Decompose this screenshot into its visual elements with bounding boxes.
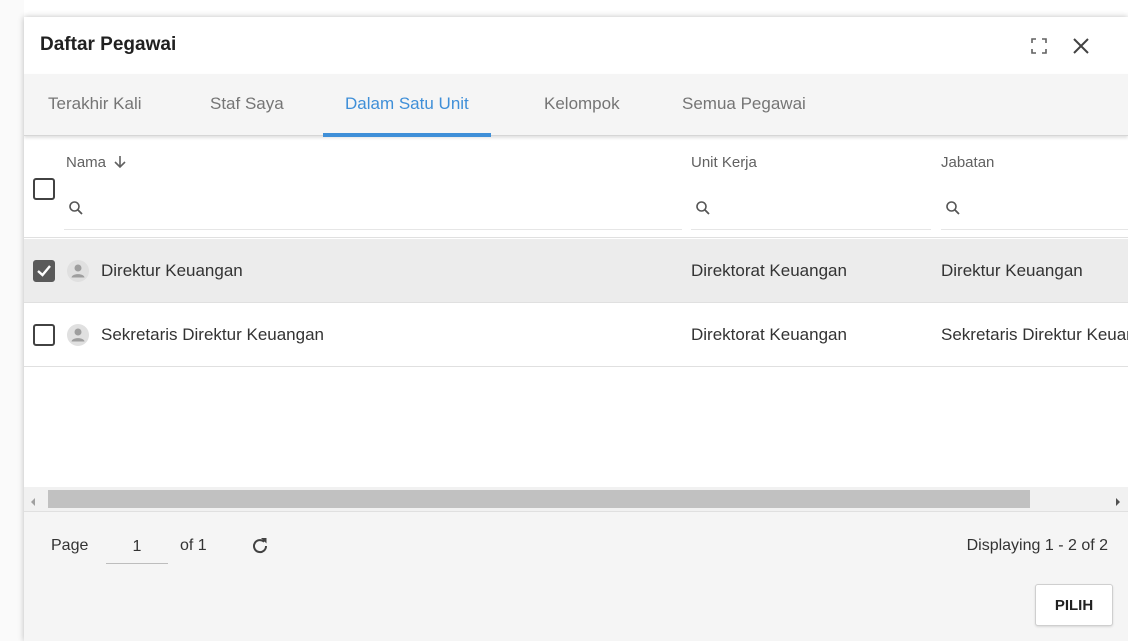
tab-bar: Terakhir Kali Staf Saya Dalam Satu Unit … [24,74,1128,137]
scrollbar-thumb[interactable] [48,490,1030,508]
column-header-jabatan[interactable]: Jabatan [941,154,994,171]
dialog-footer: Page of 1 Displaying 1 - 2 of 2 PILIH [24,511,1128,641]
tab-terakhir-kali[interactable]: Terakhir Kali [48,74,142,136]
backdrop [0,0,24,641]
table-row[interactable]: Direktur Keuangan Direktorat Keuangan Di… [24,239,1128,303]
pilih-button[interactable]: PILIH [1035,584,1113,626]
expand-icon[interactable] [1028,35,1050,57]
search-icon [695,200,711,221]
select-all-checkbox[interactable] [33,178,55,200]
page-label: Page [51,537,89,554]
column-header-nama[interactable]: Nama [66,154,126,171]
tab-dalam-satu-unit[interactable]: Dalam Satu Unit [323,74,491,137]
cell-jabatan: Sekretaris Direktur Keuangan [941,325,1128,344]
checkmark-icon [37,265,51,277]
search-field-unit-kerja[interactable] [691,188,931,230]
close-icon[interactable] [1070,35,1092,57]
search-field-nama[interactable] [64,188,682,230]
scroll-right-icon[interactable] [1114,494,1122,512]
cell-nama: Sekretaris Direktur Keuangan [101,325,325,344]
cell-jabatan: Direktur Keuangan [941,261,1083,280]
search-field-jabatan[interactable] [941,188,1128,230]
cell-nama: Direktur Keuangan [101,261,243,280]
dialog-titlebar: Daftar Pegawai [24,17,1128,74]
page-number-input[interactable] [106,530,168,564]
search-icon [68,200,84,221]
table-row[interactable]: Sekretaris Direktur Keuangan Direktorat … [24,303,1128,367]
tab-staf-saya[interactable]: Staf Saya [210,74,284,136]
display-info: Displaying 1 - 2 of 2 [966,537,1108,554]
cell-unit-kerja: Direktorat Keuangan [691,325,847,344]
row-checkbox[interactable] [33,260,55,282]
cell-unit-kerja: Direktorat Keuangan [691,261,847,280]
row-checkbox[interactable] [33,324,55,346]
column-header-nama-label: Nama [66,154,107,171]
column-header-unit-kerja[interactable]: Unit Kerja [691,154,757,171]
tab-kelompok[interactable]: Kelompok [544,74,620,136]
refresh-icon[interactable] [250,536,270,561]
person-icon [67,324,89,346]
person-icon [67,260,89,282]
table-header: Nama Unit Kerja Jabatan [24,136,1128,238]
search-icon [945,200,961,221]
tab-semua-pegawai[interactable]: Semua Pegawai [682,74,806,136]
arrow-down-icon [114,156,126,169]
scroll-left-icon[interactable] [29,494,37,512]
page-total-label: of 1 [180,537,207,554]
horizontal-scrollbar[interactable] [24,487,1128,511]
employee-dialog: Daftar Pegawai Terakhir Kali Staf Saya D… [24,17,1128,641]
dialog-title: Daftar Pegawai [40,34,177,55]
